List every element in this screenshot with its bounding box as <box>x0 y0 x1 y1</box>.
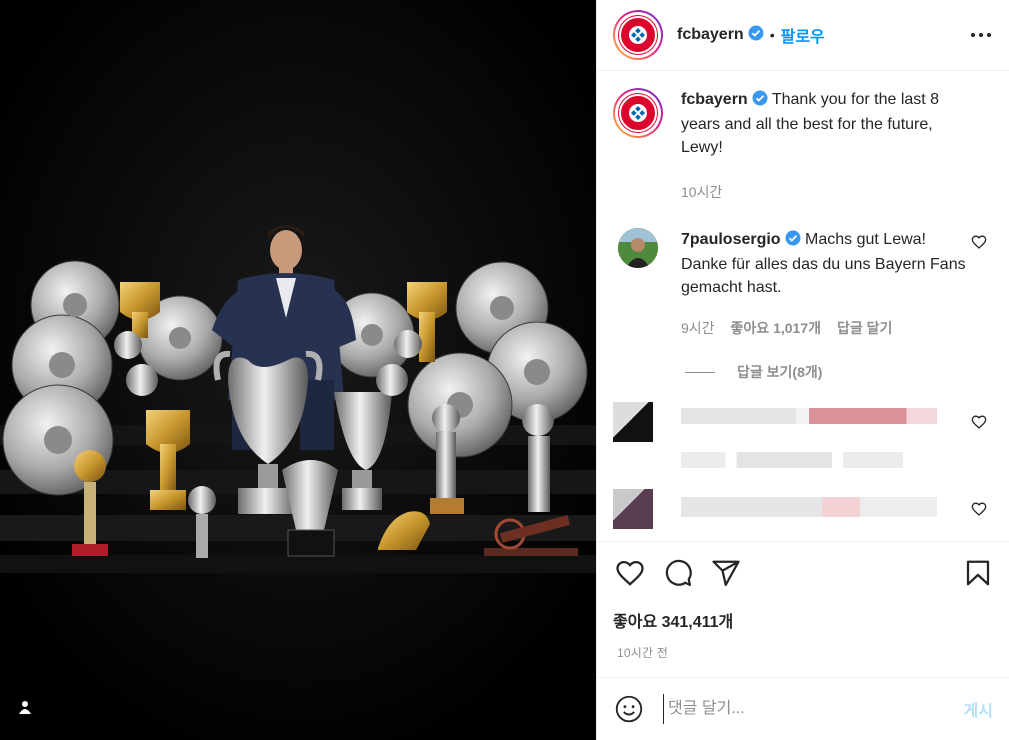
commenter-avatar[interactable] <box>618 228 658 268</box>
comment-body: 7paulosergio Machs gut Lewa! Danke für a… <box>681 228 971 340</box>
commenter-username[interactable]: 7paulosergio <box>681 231 781 248</box>
caption-username[interactable]: fcbayern <box>681 91 748 108</box>
post-comment-button[interactable]: 게시 <box>964 697 993 721</box>
caption-body: fcbayern Thank you for the last 8 years … <box>681 88 971 204</box>
fc-bayern-logo <box>619 94 657 132</box>
separator-dot: • <box>769 27 775 43</box>
view-replies-label: 답글 보기(8개) <box>737 364 823 380</box>
comment-likes[interactable]: 좋아요 1,017개 <box>731 317 821 340</box>
replies-divider <box>685 371 715 373</box>
post-image[interactable] <box>0 0 596 740</box>
comment-like-heart-icon[interactable] <box>971 501 987 517</box>
like-heart-icon[interactable] <box>615 558 645 588</box>
bookmark-save-icon[interactable] <box>963 558 993 588</box>
comment-meta: 9시간 좋아요 1,017개 답글 달기 <box>681 317 971 340</box>
comment-input[interactable] <box>663 694 964 724</box>
caption-meta: 10시간 <box>681 181 971 204</box>
header-username[interactable]: fcbayern <box>677 26 744 44</box>
verified-badge-icon <box>748 25 764 46</box>
comment-like-heart-icon[interactable] <box>971 414 987 430</box>
comments-list[interactable]: fcbayern Thank you for the last 8 years … <box>597 72 1009 540</box>
profile-avatar[interactable] <box>613 10 663 60</box>
caption: fcbayern Thank you for the last 8 years … <box>613 88 993 204</box>
comment-composer: 게시 <box>597 677 1009 740</box>
comment-time[interactable]: 9시간 <box>681 317 715 340</box>
blurred-comment <box>613 489 993 540</box>
follow-button[interactable]: 팔로우 <box>781 23 825 47</box>
verified-badge-icon <box>785 230 801 253</box>
comment-item: 7paulosergio Machs gut Lewa! Danke für a… <box>613 228 993 340</box>
more-options-icon[interactable] <box>969 23 993 47</box>
trophy-photo <box>0 0 596 740</box>
user-tag-icon[interactable] <box>18 700 40 722</box>
verified-badge-icon <box>752 90 768 113</box>
like-count[interactable]: 좋아요 341,411개 <box>597 588 1009 632</box>
post-viewer: fcbayern • 팔로우 fcbayern Thank you for th… <box>0 0 1009 740</box>
emoji-icon[interactable] <box>615 695 643 723</box>
fc-bayern-logo <box>619 16 657 54</box>
post-header: fcbayern • 팔로우 <box>597 0 1009 71</box>
comment-like-heart-icon[interactable] <box>971 234 987 250</box>
caption-time[interactable]: 10시간 <box>681 181 722 204</box>
post-details-panel: fcbayern • 팔로우 fcbayern Thank you for th… <box>596 0 1009 740</box>
action-icons <box>597 542 1009 588</box>
view-replies-button[interactable]: 답글 보기(8개) <box>685 362 993 382</box>
post-timestamp[interactable]: 10시간 전 <box>597 632 1009 661</box>
blurred-comment <box>613 402 993 492</box>
reply-button[interactable]: 답글 달기 <box>837 317 892 340</box>
caption-avatar[interactable] <box>613 88 663 138</box>
share-send-icon[interactable] <box>711 558 741 588</box>
comment-bubble-icon[interactable] <box>663 558 693 588</box>
post-actions: 좋아요 341,411개 10시간 전 <box>597 541 1009 676</box>
